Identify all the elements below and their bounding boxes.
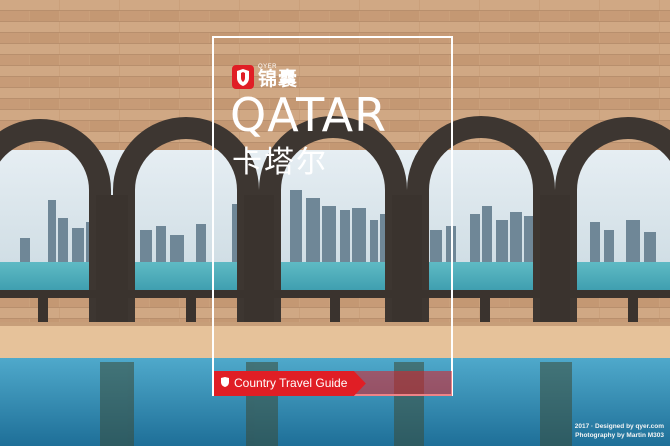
credit-photo: Photography by Martin M303 xyxy=(575,432,664,439)
page-title: QATAR xyxy=(230,88,388,142)
qyer-logo-icon xyxy=(232,64,254,89)
brand-logo: QYER 锦囊 xyxy=(232,64,298,89)
page-subtitle: 卡塔尔 xyxy=(232,145,328,180)
credits: 2017 · Designed by qyer.com Photography … xyxy=(575,422,664,440)
credit-design: 2017 · Designed by qyer.com xyxy=(574,423,664,430)
guide-label: Country Travel Guide xyxy=(234,376,348,390)
qyer-mini-logo-icon xyxy=(221,377,229,387)
brand-name: 锦囊 xyxy=(258,69,299,90)
